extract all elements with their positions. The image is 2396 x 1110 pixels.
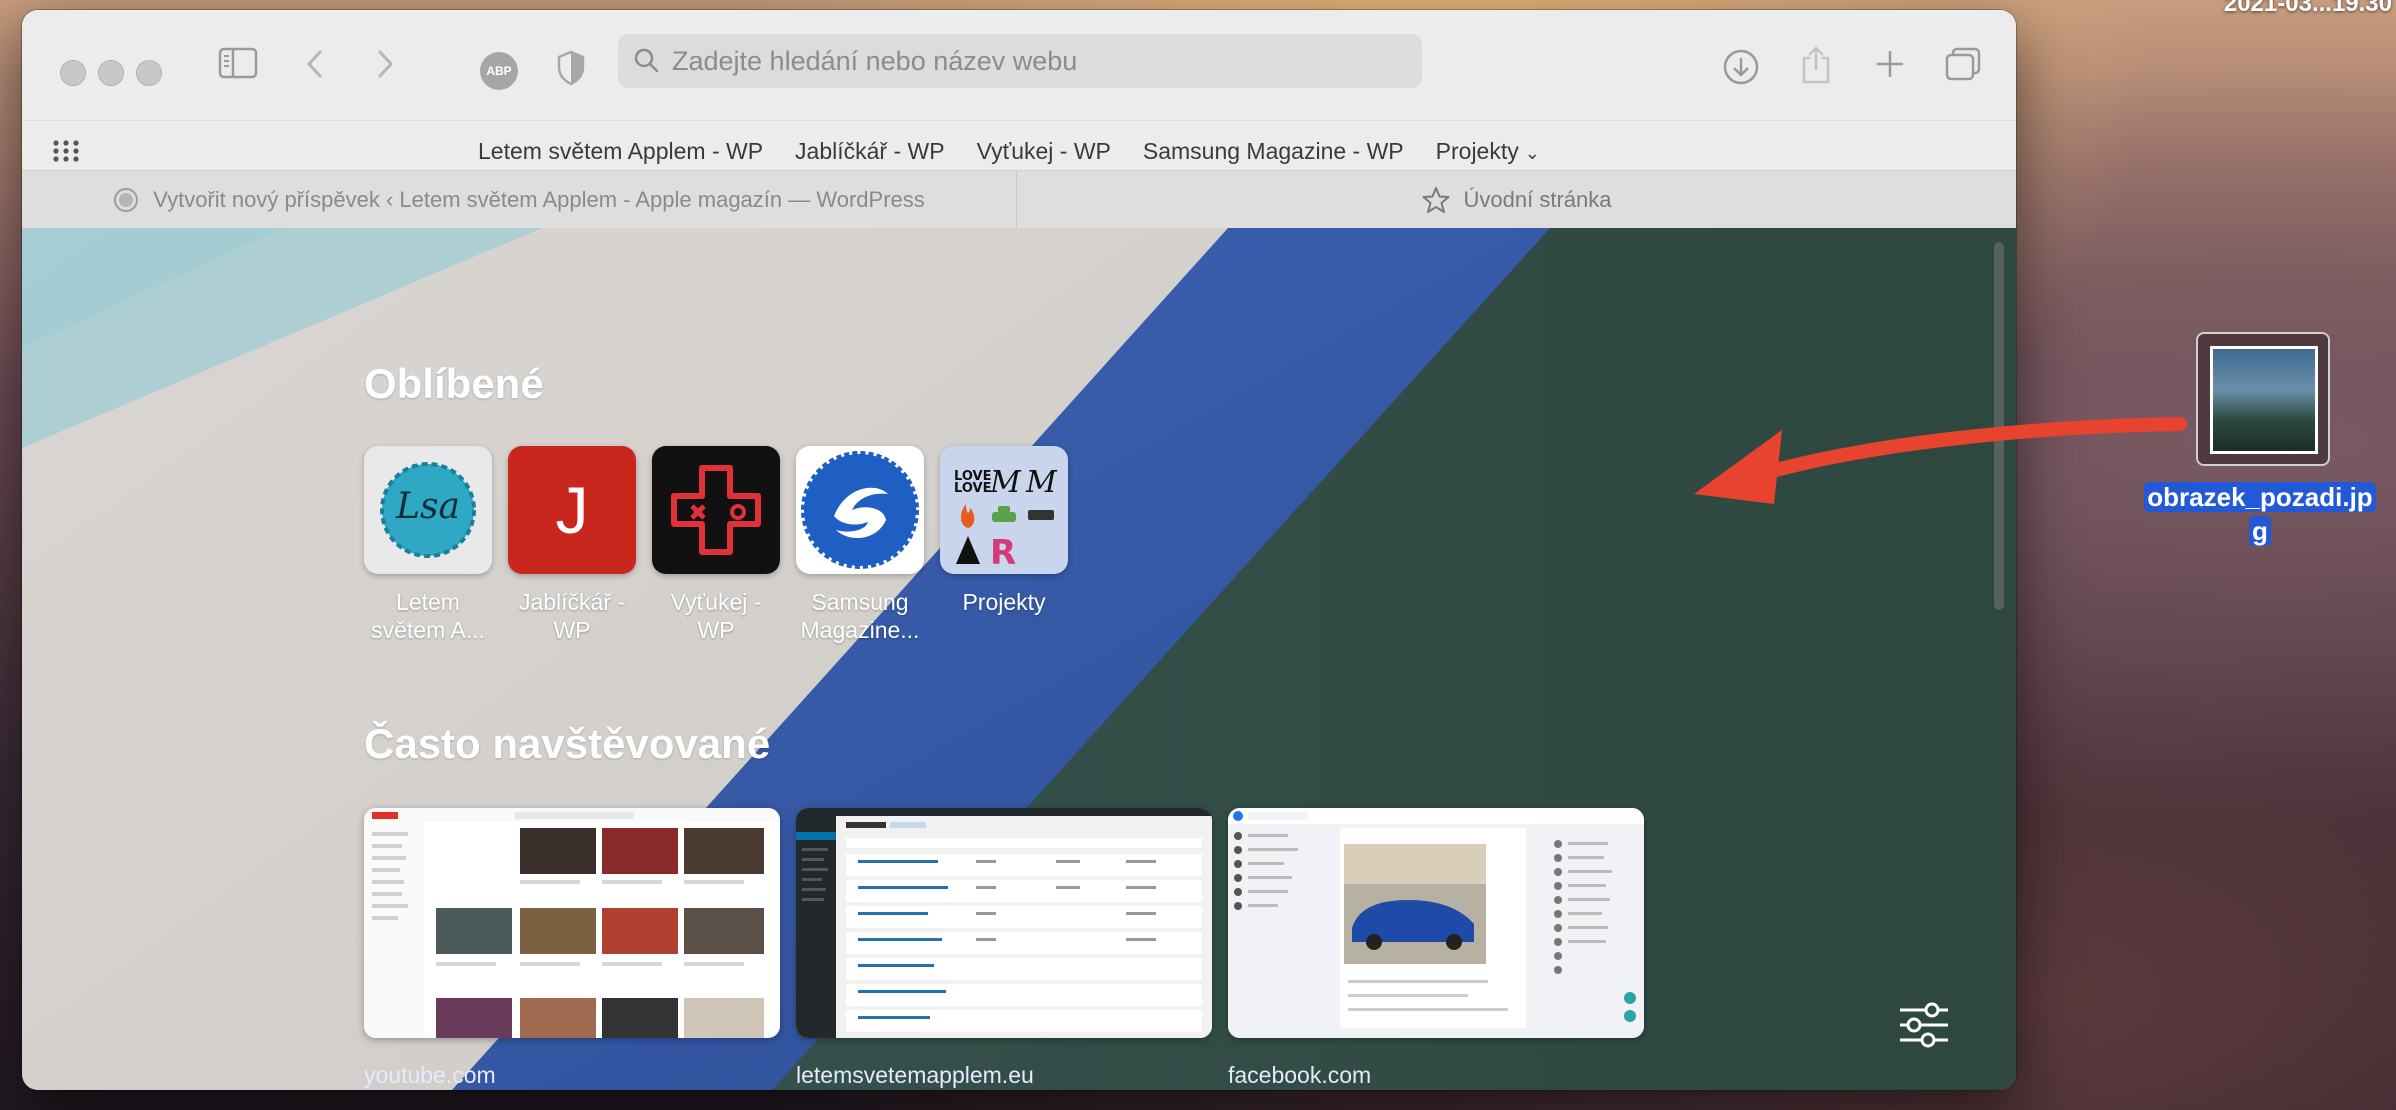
gamepad-icon [671, 465, 761, 555]
jablickar-logo-tile: J [508, 446, 636, 574]
favorite-label: Jablíčkář - [518, 589, 626, 615]
wordpress-icon [114, 187, 139, 212]
tab-start-page[interactable]: Úvodní stránka [1017, 171, 2016, 228]
chevron-down-icon: ⌄ [1524, 142, 1540, 163]
tab-label: Úvodní stránka [1463, 186, 1612, 212]
safari-window: ABP Zadejte hledání nebo název webu Lete… [22, 10, 2016, 1090]
desktop-image-file-icon[interactable] [2196, 332, 2330, 466]
favorite-label: světem A... [371, 617, 485, 643]
desktop-file-name-line2: g [2249, 516, 2271, 546]
search-icon [634, 48, 659, 73]
desktop-clock: 2021-03...19.30 [2223, 0, 2392, 17]
favorite-label: WP [697, 617, 735, 643]
bookmark-folder-label: Projekty [1435, 137, 1519, 164]
wordpress-admin-thumbnail [796, 808, 1212, 1038]
privacy-shield-icon[interactable] [556, 50, 586, 86]
favorites-grid: Lsa Letem světem A... J Jablíčkář - WP Vyť… [364, 446, 1068, 644]
desktop-file-name-line1: obrazek_pozadi.jp [2144, 482, 2376, 512]
favorite-jablickar[interactable]: J Jablíčkář - WP [508, 446, 636, 644]
frequent-title: Často navštěvované [364, 720, 771, 767]
frequent-label: youtube.com [364, 1062, 496, 1088]
start-page: Oblíbené Lsa Letem světem A... J Jablíčká… [22, 228, 2016, 1090]
projekty-folder-tile: LOVE LOVE M M R [940, 446, 1068, 574]
jablickar-logo-letter: J [555, 473, 589, 547]
favorite-label: WP [553, 617, 591, 643]
youtube-thumbnail [364, 808, 780, 1038]
favorite-label: Letem [396, 589, 460, 615]
favorite-label: Projekty [962, 589, 1046, 615]
bookmark-samsung-magazine[interactable]: Samsung Magazine - WP [1143, 138, 1404, 165]
favorite-letem-svetem-applem[interactable]: Lsa Letem světem A... [364, 446, 492, 644]
frequent-label: facebook.com [1228, 1062, 1372, 1088]
svg-text:M: M [1025, 465, 1058, 500]
svg-text:LOVE: LOVE [954, 481, 991, 496]
address-bar[interactable]: Zadejte hledání nebo název webu [618, 34, 1422, 88]
desktop-file-label[interactable]: obrazek_pozadi.jpg [2144, 480, 2376, 548]
folder-thumbnails-icon: LOVE LOVE M M R [954, 465, 1058, 573]
close-window-button[interactable] [60, 60, 86, 86]
favorite-label: Vyťukej - [670, 589, 762, 615]
frequent-label: letemsvetemapplem.eu [796, 1062, 1034, 1088]
sidebar-toggle-icon[interactable] [218, 46, 258, 80]
star-icon [1422, 186, 1450, 213]
svg-text:M: M [989, 465, 1022, 500]
new-tab-icon[interactable] [1874, 48, 1906, 80]
facebook-thumbnail [1228, 808, 1644, 1038]
forward-icon[interactable] [374, 48, 396, 80]
downloads-icon[interactable] [1722, 48, 1760, 86]
frequent-facebook[interactable]: facebook.com [1228, 808, 1644, 1089]
image-thumbnail [2210, 346, 2318, 454]
scrollbar[interactable] [1994, 242, 2004, 610]
favorite-label: Samsung [811, 589, 909, 615]
frequently-visited-grid: youtube.com letemsvetemapplem.eu faceboo… [364, 808, 1644, 1089]
bookmark-jablickar[interactable]: Jablíčkář - WP [795, 138, 945, 165]
toolbar: ABP Zadejte hledání nebo název webu [22, 10, 2016, 120]
tab-overview-icon[interactable] [1944, 46, 1982, 82]
grid-icon[interactable] [52, 139, 80, 168]
sliders-icon [1900, 1002, 1948, 1048]
bookmark-folder-projekty[interactable]: Projekty ⌄ [1436, 138, 1540, 165]
tab-bar: Vytvořit nový příspěvek ‹ Letem světem A… [22, 170, 2016, 229]
vytukej-logo-tile [652, 446, 780, 574]
back-icon[interactable] [304, 48, 326, 80]
tab-label: Vytvořit nový příspěvek ‹ Letem světem A… [153, 186, 925, 212]
lsa-logo-text: Lsa [396, 486, 460, 527]
favorite-label: Magazine... [800, 617, 920, 643]
adblock-plus-icon[interactable]: ABP [480, 52, 518, 90]
favorites-title: Oblíbené [364, 360, 544, 407]
lsa-logo-tile: Lsa [364, 446, 492, 574]
tab-wordpress-editor[interactable]: Vytvořit nový příspěvek ‹ Letem světem A… [22, 171, 1017, 228]
projekty-thumb-letter: R [990, 533, 1016, 573]
customize-start-page-button[interactable] [1896, 1000, 1952, 1055]
samsung-magazine-logo-tile [796, 446, 924, 574]
favorite-vytukej[interactable]: Vyťukej - WP [652, 446, 780, 644]
zoom-window-button[interactable] [136, 60, 162, 86]
favorite-samsung-magazine[interactable]: Samsung Magazine... [796, 446, 924, 644]
search-input-placeholder: Zadejte hledání nebo název webu [672, 45, 1078, 76]
frequent-youtube[interactable]: youtube.com [364, 808, 780, 1089]
bookmark-letem-svetem-applem[interactable]: Letem světem Applem - WP [478, 138, 763, 165]
favorite-folder-projekty[interactable]: LOVE LOVE M M R Projekty [940, 446, 1068, 644]
share-icon[interactable] [1800, 44, 1832, 86]
frequent-letemsvetemapplem[interactable]: letemsvetemapplem.eu [796, 808, 1212, 1089]
minimize-window-button[interactable] [98, 60, 124, 86]
bookmark-vytukej[interactable]: Vyťukej - WP [977, 138, 1111, 165]
